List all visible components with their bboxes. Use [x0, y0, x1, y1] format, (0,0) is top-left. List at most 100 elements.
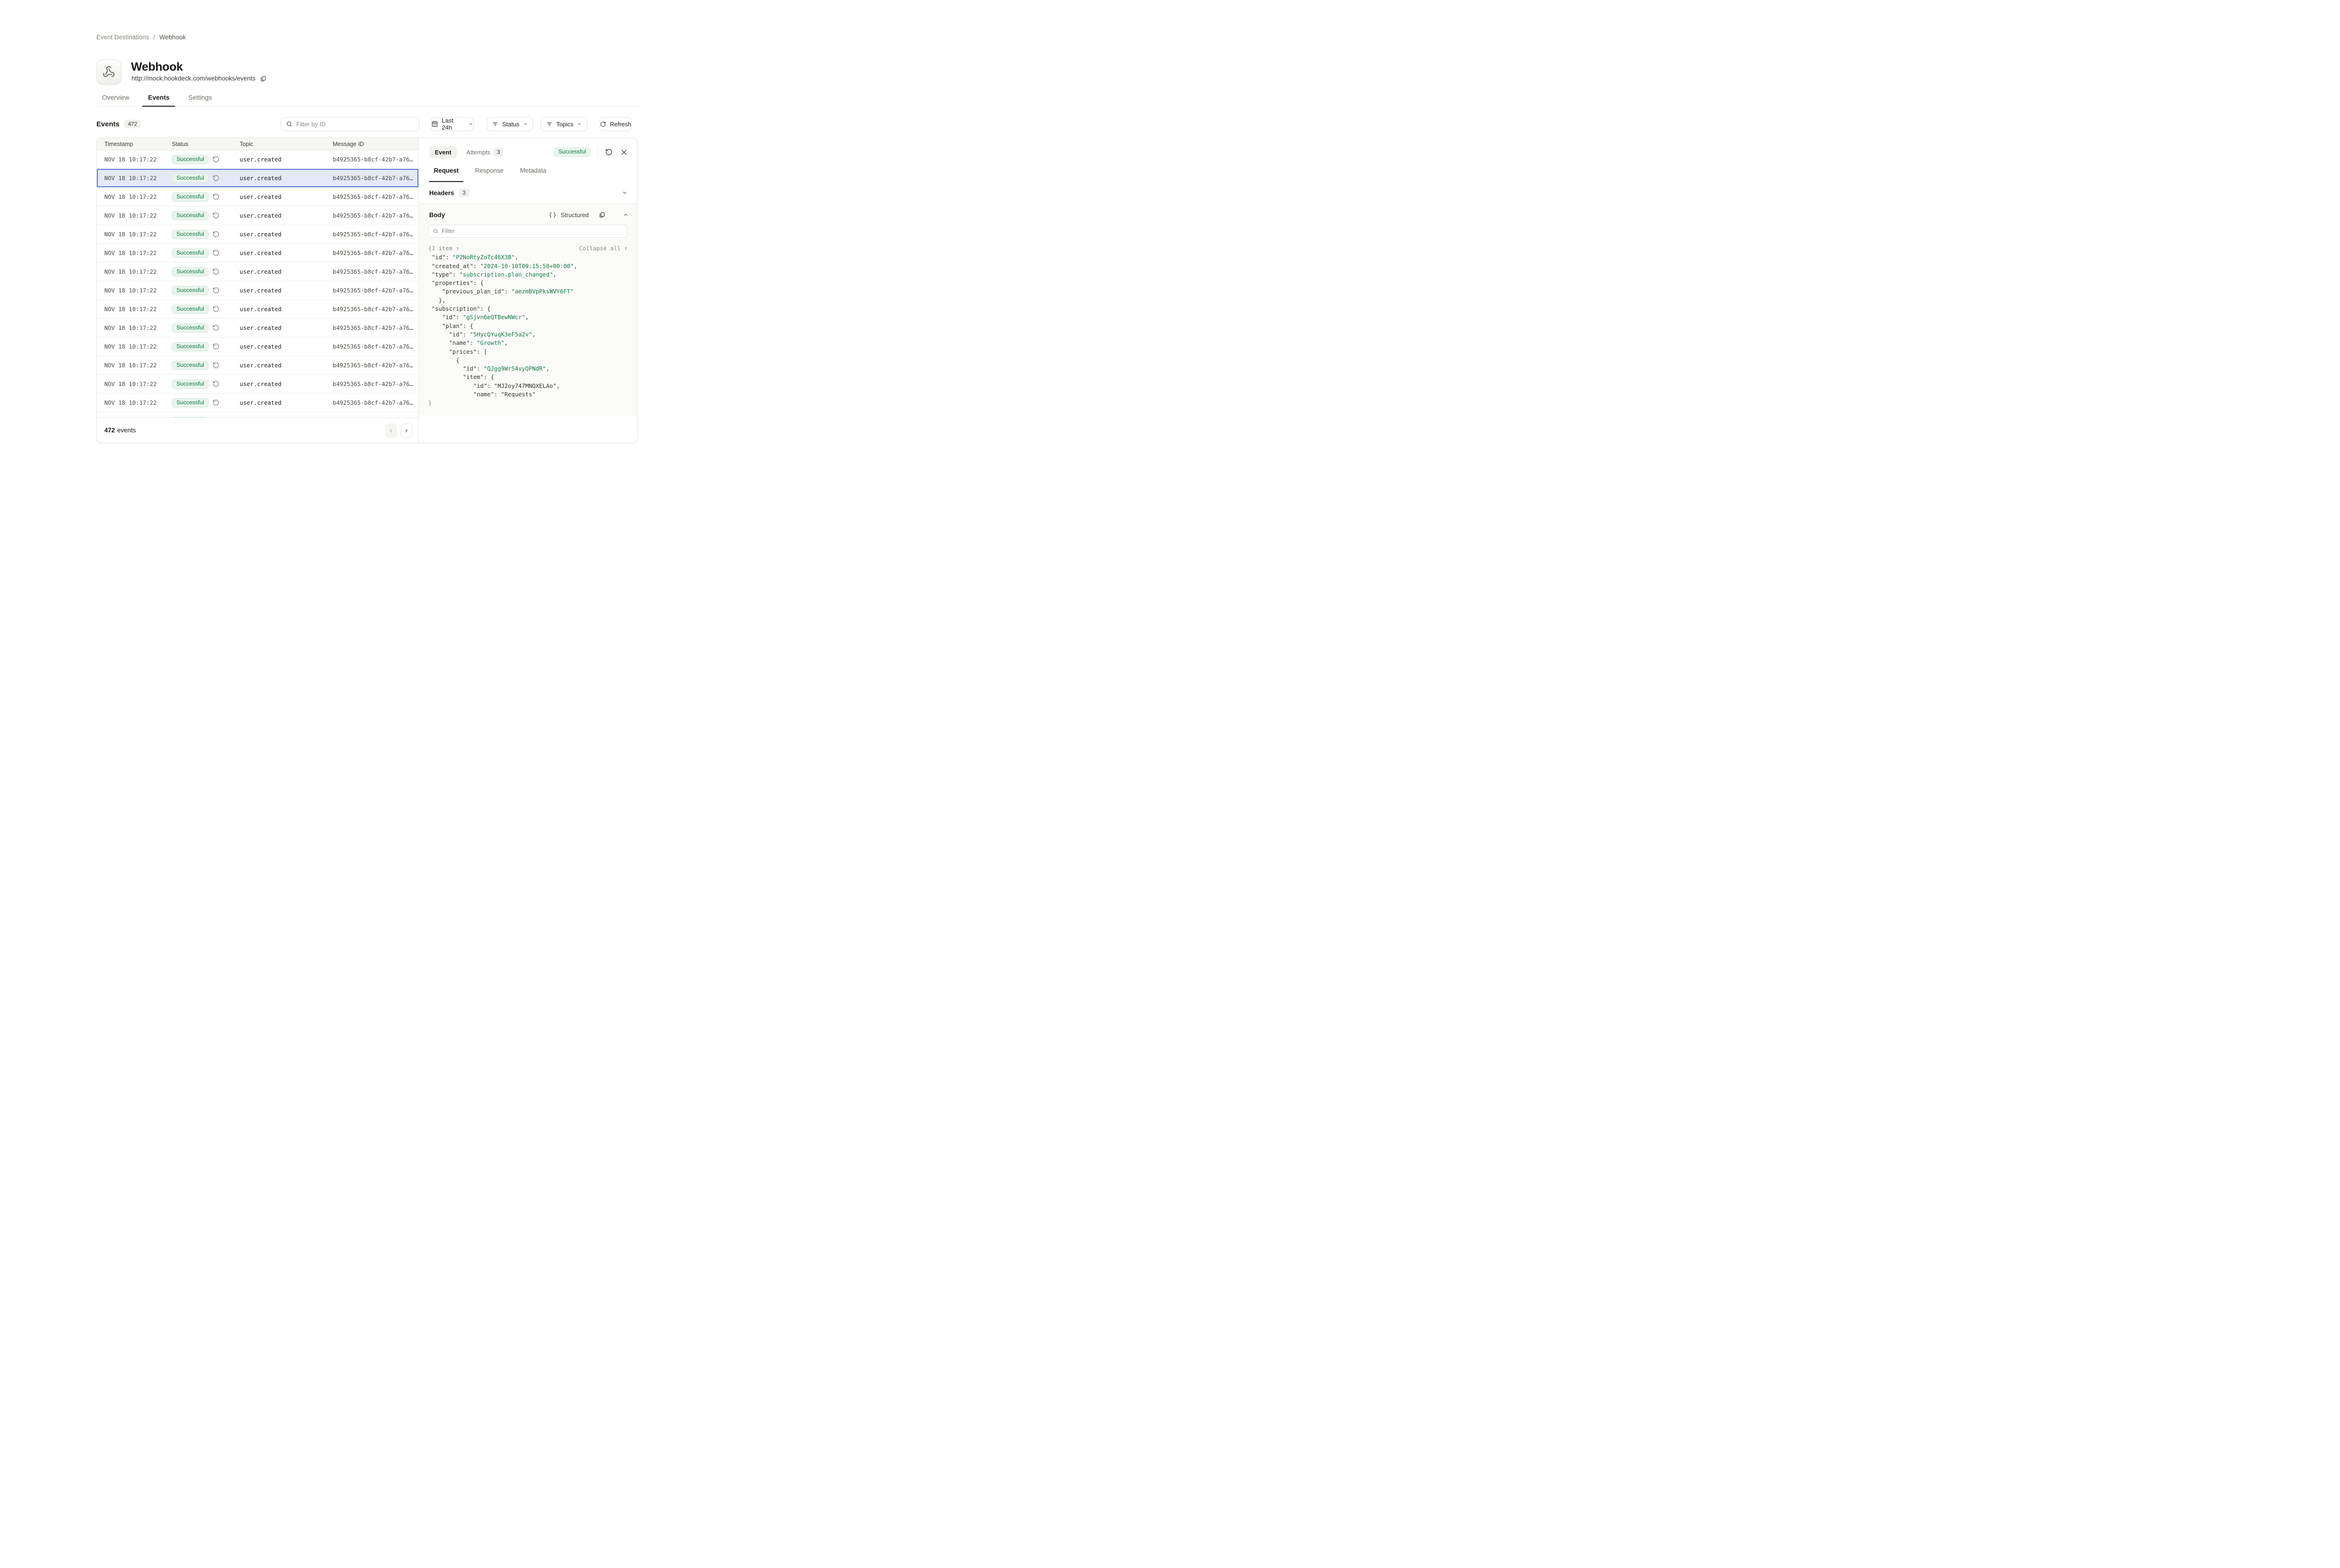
row-message-id: b4925365-b8cf-42b7-a76…: [333, 169, 413, 187]
table-row[interactable]: NOV 18 10:17:22 Successful user.created …: [97, 394, 418, 412]
status-badge: Successful: [172, 155, 209, 164]
status-filter-button[interactable]: Status: [487, 117, 533, 131]
table-row[interactable]: NOV 18 10:17:22 Successful user.created …: [97, 375, 418, 394]
panel-tab-attempts[interactable]: Attempts 3: [466, 148, 503, 156]
panel-tab-event[interactable]: Event: [429, 146, 457, 159]
subtab-response[interactable]: Response: [470, 167, 508, 182]
refresh-button[interactable]: Refresh: [600, 117, 632, 131]
row-message-id: b4925365-b8cf-42b7-a76…: [333, 150, 413, 168]
retry-icon[interactable]: [212, 399, 219, 406]
events-total: 472 events: [104, 418, 136, 443]
row-topic: user.created: [240, 319, 282, 337]
table-row[interactable]: NOV 18 10:17:22 Successful user.created …: [97, 150, 418, 169]
body-filter-input[interactable]: [442, 228, 623, 234]
topics-filter-button[interactable]: Topics: [541, 117, 587, 131]
row-topic: user.created: [240, 150, 282, 168]
tab-overview[interactable]: Overview: [96, 92, 135, 106]
pagination-next-button[interactable]: [401, 423, 412, 438]
headers-section-label: Headers: [429, 190, 454, 197]
collapse-all-button[interactable]: Collapse all ↑: [579, 244, 628, 253]
retry-icon[interactable]: [212, 324, 219, 331]
json-line: "id": "MJ2oy747MNQXELAo",: [428, 382, 628, 390]
status-badge: Successful: [172, 286, 209, 295]
row-timestamp: NOV 18 10:17:22: [104, 375, 157, 393]
status-badge: Successful: [172, 361, 209, 370]
chevron-down-icon: [523, 122, 528, 126]
row-topic: user.created: [240, 225, 282, 243]
row-message-id: b4925365-b8cf-42b7-a76…: [333, 281, 413, 299]
webhook-url-row: http://mock.hookdeck.com/webhooks/events: [132, 75, 266, 82]
panel-actions: Successful: [554, 146, 628, 158]
time-filter-button[interactable]: Last 24h: [431, 117, 474, 131]
table-row[interactable]: NOV 18 10:17:22 Successful user.created …: [97, 188, 418, 206]
row-timestamp: NOV 18 10:17:22: [104, 263, 157, 281]
copy-body-icon[interactable]: [599, 211, 605, 218]
table-row[interactable]: NOV 18 10:17:22 Successful user.created …: [97, 356, 418, 375]
retry-icon[interactable]: [212, 380, 219, 387]
panel-tabs: Event Attempts 3: [429, 146, 503, 159]
subtab-request[interactable]: Request: [429, 167, 463, 182]
table-row[interactable]: NOV 18 10:17:22 Successful user.created …: [97, 319, 418, 337]
copy-url-icon[interactable]: [260, 75, 266, 82]
table-row[interactable]: NOV 18 10:17:22 Successful user.created …: [97, 300, 418, 319]
headers-section-toggle[interactable]: Headers 3: [419, 182, 637, 204]
status-badge: Successful: [172, 305, 209, 314]
nav-tabs: Overview Events Settings: [96, 92, 637, 107]
pagination-prev-button[interactable]: [385, 423, 397, 438]
item-count-toggle[interactable]: {1 item ↑: [428, 244, 460, 253]
body-filter-box[interactable]: [428, 225, 628, 238]
json-line: "created_at": "2024-10-10T09:15:50+00:00…: [428, 262, 628, 270]
table-row[interactable]: NOV 18 10:17:22 Successful user.created …: [97, 263, 418, 281]
events-table-body: NOV 18 10:17:22 Successful user.created …: [97, 150, 418, 418]
json-line: "id": "QJgg9WrS4vyQPNdR",: [428, 365, 628, 373]
filter-lines-icon: [492, 121, 498, 127]
json-line: "name": "Requests": [428, 390, 628, 399]
headers-count-badge: 3: [459, 189, 469, 197]
filter-by-id-search[interactable]: [281, 117, 419, 131]
retry-icon[interactable]: [212, 306, 219, 313]
retry-icon[interactable]: [212, 362, 219, 369]
table-row[interactable]: NOV 18 10:17:22 Successful user.created …: [97, 169, 418, 188]
retry-icon[interactable]: [212, 193, 219, 200]
status-badge: Successful: [172, 248, 209, 258]
row-topic: user.created: [240, 244, 282, 262]
retry-icon[interactable]: [212, 268, 219, 275]
structured-mode-button[interactable]: {} Structured: [549, 211, 589, 219]
retry-icon[interactable]: [212, 249, 219, 256]
subtab-metadata[interactable]: Metadata: [515, 167, 551, 182]
retry-icon[interactable]: [212, 287, 219, 294]
row-topic: user.created: [240, 300, 282, 318]
row-topic: user.created: [240, 281, 282, 299]
body-section-header: Body {} Structured: [429, 210, 629, 220]
retry-icon[interactable]: [212, 175, 219, 182]
chevron-right-icon: [404, 428, 409, 433]
table-row[interactable]: NOV 18 10:17:22 Successful user.created …: [97, 206, 418, 225]
close-panel-icon[interactable]: [621, 149, 628, 156]
table-row[interactable]: NOV 18 10:17:22 Successful user.created …: [97, 225, 418, 244]
chevron-left-icon: [388, 428, 394, 433]
table-header: Timestamp Status Topic Message ID: [97, 138, 418, 150]
retry-event-icon[interactable]: [605, 148, 613, 156]
events-total-count: 472: [104, 427, 115, 434]
tab-events[interactable]: Events: [142, 92, 175, 106]
json-line: "id": "gSjvn6eQTBewNWcr",: [428, 313, 628, 321]
retry-icon[interactable]: [212, 212, 219, 219]
event-status-badge: Successful: [554, 147, 591, 157]
row-timestamp: NOV 18 10:17:22: [104, 337, 157, 356]
table-row[interactable]: NOV 18 10:17:22 Successful user.created …: [97, 244, 418, 263]
chevron-down-icon: [622, 190, 628, 196]
row-message-id: b4925365-b8cf-42b7-a76…: [333, 356, 413, 374]
retry-icon[interactable]: [212, 231, 219, 238]
collapse-body-icon[interactable]: [623, 212, 629, 218]
status-badge: Successful: [172, 174, 209, 183]
tab-settings[interactable]: Settings: [183, 92, 218, 106]
search-input[interactable]: [296, 121, 414, 128]
breadcrumb: Event Destinations / Webhook: [96, 34, 186, 41]
row-timestamp: NOV 18 10:17:22: [104, 300, 157, 318]
table-row[interactable]: NOV 18 10:17:22 Successful user.created …: [97, 281, 418, 300]
breadcrumb-parent[interactable]: Event Destinations: [96, 34, 149, 41]
attempts-label: Attempts: [466, 149, 490, 156]
retry-icon[interactable]: [212, 343, 219, 350]
retry-icon[interactable]: [212, 156, 219, 163]
table-row[interactable]: NOV 18 10:17:22 Successful user.created …: [97, 337, 418, 356]
